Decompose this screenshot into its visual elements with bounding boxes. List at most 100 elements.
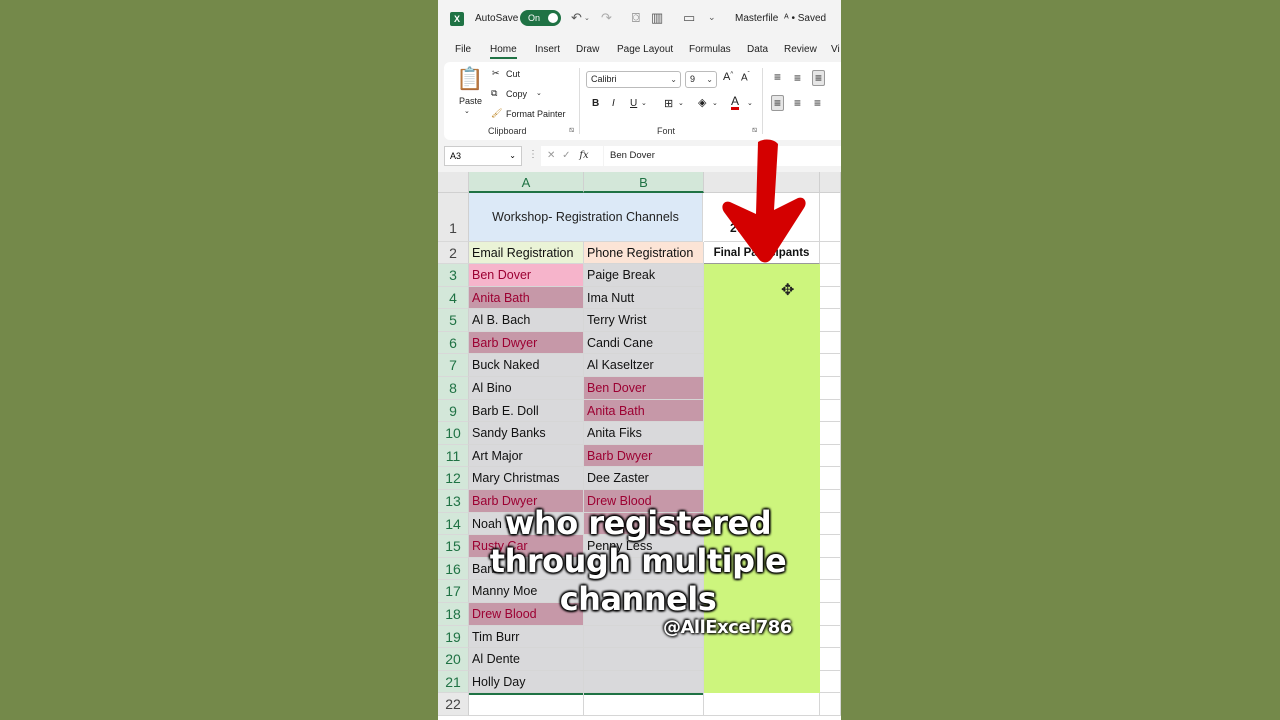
empty-cell[interactable] xyxy=(820,399,841,423)
select-all-corner[interactable] xyxy=(438,172,469,193)
header-email-registration[interactable]: Email Registration xyxy=(469,242,584,264)
empty-cell[interactable] xyxy=(820,625,841,649)
row-header[interactable]: 2 xyxy=(438,242,469,264)
format-painter-button[interactable]: Format Painter xyxy=(506,109,566,119)
borders-icon[interactable]: ⊞ xyxy=(664,97,673,110)
email-registration-cell[interactable]: Barb E. Doll xyxy=(469,399,584,423)
phone-registration-cell[interactable]: Paige Break xyxy=(584,264,704,287)
row-header[interactable]: 1 xyxy=(438,193,469,242)
tab-formulas[interactable]: Formulas xyxy=(689,44,731,55)
row-header[interactable]: 10 xyxy=(438,422,469,445)
italic-button[interactable]: I xyxy=(612,98,615,109)
empty-cell[interactable] xyxy=(820,331,841,355)
row-header[interactable]: 12 xyxy=(438,467,469,490)
paste-button[interactable]: Paste xyxy=(459,96,482,106)
cut-icon[interactable]: ✂ xyxy=(492,68,500,79)
phone-registration-cell[interactable]: Dee Zaster xyxy=(584,467,704,490)
cancel-icon[interactable]: ✕ xyxy=(547,150,555,161)
camera-icon[interactable]: ⌼ xyxy=(632,10,640,26)
align-bottom-icon[interactable]: ≡ xyxy=(812,70,826,86)
align-right-icon[interactable]: ≡ xyxy=(814,96,821,110)
font-launcher-icon[interactable]: ⧅ xyxy=(752,125,757,135)
font-color-icon[interactable]: A xyxy=(731,95,740,110)
phone-registration-cell[interactable]: Barb Dwyer xyxy=(584,444,704,468)
undo-icon[interactable]: ↶ xyxy=(571,10,582,26)
final-participants-cell[interactable] xyxy=(704,286,820,310)
final-participants-cell[interactable] xyxy=(704,331,820,355)
format-painter-icon[interactable]: 🖌 xyxy=(491,108,502,119)
fx-icon[interactable]: fx xyxy=(579,150,588,161)
empty-cell[interactable] xyxy=(820,467,841,490)
final-participants-cell[interactable] xyxy=(704,648,820,671)
more-icon[interactable]: ⋮ xyxy=(528,149,538,160)
decrease-font-icon[interactable]: Aˇ xyxy=(741,72,750,83)
paste-icon[interactable]: 📋 xyxy=(456,66,483,92)
email-registration-cell[interactable]: Art Major xyxy=(469,444,584,468)
empty-cell[interactable] xyxy=(820,377,841,400)
empty-cell[interactable] xyxy=(820,444,841,468)
phone-registration-cell[interactable]: Anita Fiks xyxy=(584,422,704,445)
row-header[interactable]: 19 xyxy=(438,625,469,649)
empty-cell[interactable] xyxy=(704,693,820,716)
email-registration-cell[interactable]: Al B. Bach xyxy=(469,309,584,332)
header-phone-registration[interactable]: Phone Registration xyxy=(584,242,704,264)
redo-icon[interactable]: ↷ xyxy=(601,10,612,26)
row-header[interactable]: 6 xyxy=(438,331,469,355)
align-center-icon[interactable]: ≡ xyxy=(794,96,801,110)
email-registration-cell[interactable]: Sandy Banks xyxy=(469,422,584,445)
borders-dropdown-icon[interactable]: ⌄ xyxy=(678,99,684,107)
font-name-select[interactable]: Calibri ⌄ xyxy=(586,71,681,88)
phone-registration-cell[interactable] xyxy=(584,648,704,671)
phone-registration-cell[interactable]: Ima Nutt xyxy=(584,286,704,310)
phone-registration-cell[interactable]: Al Kaseltzer xyxy=(584,354,704,377)
paste-dropdown-icon[interactable]: ⌄ xyxy=(464,107,470,115)
tab-insert[interactable]: Insert xyxy=(535,44,560,55)
tab-file[interactable]: File xyxy=(455,44,471,55)
row-header[interactable]: 21 xyxy=(438,670,469,694)
column-header-b[interactable]: B xyxy=(584,172,704,193)
row-header[interactable]: 11 xyxy=(438,444,469,468)
empty-cell[interactable] xyxy=(820,354,841,377)
underline-dropdown-icon[interactable]: ⌄ xyxy=(641,99,647,107)
phone-registration-cell[interactable]: Terry Wrist xyxy=(584,309,704,332)
phone-registration-cell[interactable]: Candi Cane xyxy=(584,331,704,355)
email-registration-cell[interactable]: Al Bino xyxy=(469,377,584,400)
row-header[interactable]: 5 xyxy=(438,309,469,332)
copy-dropdown-icon[interactable]: ⌄ xyxy=(536,89,542,97)
row-header[interactable]: 4 xyxy=(438,286,469,310)
enter-icon[interactable]: ✓ xyxy=(562,150,570,161)
row-header[interactable]: 8 xyxy=(438,377,469,400)
column-header-d[interactable] xyxy=(820,172,841,193)
font-size-select[interactable]: 9 ⌄ xyxy=(685,71,717,88)
align-left-icon[interactable]: ≡ xyxy=(771,95,785,111)
comment-icon[interactable]: ▭ xyxy=(683,10,695,26)
email-registration-cell[interactable]: Ben Dover xyxy=(469,264,584,287)
tab-review[interactable]: Review xyxy=(784,44,817,55)
empty-cell[interactable] xyxy=(820,286,841,310)
email-registration-cell[interactable]: Mary Christmas xyxy=(469,467,584,490)
email-registration-cell[interactable]: Holly Day xyxy=(469,670,584,694)
empty-cell[interactable] xyxy=(820,670,841,694)
row-header[interactable]: 7 xyxy=(438,354,469,377)
phone-registration-cell[interactable]: Anita Bath xyxy=(584,399,704,423)
empty-cell[interactable] xyxy=(584,693,704,716)
undo-dropdown-icon[interactable]: ⌄ xyxy=(584,14,590,22)
empty-cell[interactable] xyxy=(820,648,841,671)
bold-button[interactable]: B xyxy=(592,98,599,109)
cut-button[interactable]: Cut xyxy=(506,69,520,79)
email-registration-cell[interactable]: Anita Bath xyxy=(469,286,584,310)
email-registration-cell[interactable]: Tim Burr xyxy=(469,625,584,649)
tab-view[interactable]: Vi xyxy=(831,44,840,55)
final-participants-cell[interactable] xyxy=(704,670,820,694)
final-participants-cell[interactable] xyxy=(704,399,820,423)
final-participants-cell[interactable] xyxy=(704,467,820,490)
row-header[interactable]: 22 xyxy=(438,693,469,716)
copy-button[interactable]: Copy xyxy=(506,89,527,99)
underline-button[interactable]: U xyxy=(630,98,637,109)
fill-dropdown-icon[interactable]: ⌄ xyxy=(712,99,718,107)
autosave-toggle[interactable]: On xyxy=(520,10,561,26)
email-registration-cell[interactable]: Al Dente xyxy=(469,648,584,671)
phone-registration-cell[interactable] xyxy=(584,670,704,694)
final-participants-cell[interactable] xyxy=(704,444,820,468)
final-participants-cell[interactable] xyxy=(704,377,820,400)
